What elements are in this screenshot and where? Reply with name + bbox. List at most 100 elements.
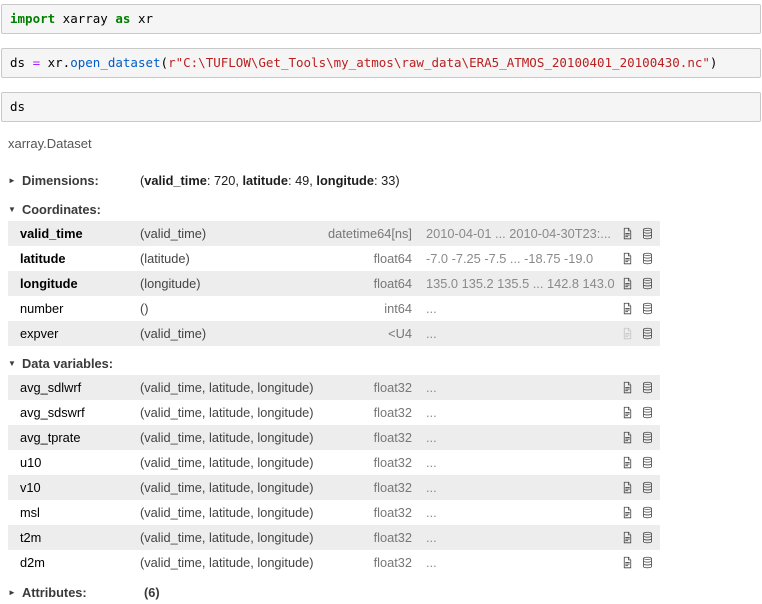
variable-dims: (valid_time) [140,326,328,341]
variable-preview: 2010-04-01 ... 2010-04-30T23:... [424,226,614,241]
dimension-token: valid_time [144,173,207,188]
file-text-icon[interactable] [621,456,634,469]
variable-dims: () [140,301,328,316]
coordinates-header[interactable]: ▼ Coordinates: [8,198,660,221]
caret-right-icon[interactable]: ► [8,173,22,188]
section-attributes: ► Attributes: (6) [8,581,660,604]
database-icon[interactable] [641,302,654,315]
variable-dtype: float32 [328,405,424,420]
variable-dtype: float32 [328,555,424,570]
variable-row: v10(valid_time, latitude, longitude)floa… [8,475,660,500]
file-text-icon[interactable] [621,481,634,494]
variable-row: number()int64... [8,296,660,321]
variable-row: u10(valid_time, latitude, longitude)floa… [8,450,660,475]
variable-row: t2m(valid_time, latitude, longitude)floa… [8,525,660,550]
database-icon[interactable] [641,327,654,340]
code-cell-open-dataset[interactable]: ds = xr.open_dataset(r"C:\TUFLOW\Get_Too… [1,48,761,78]
code-token: as [115,11,130,26]
database-icon[interactable] [641,456,654,469]
code-token: open_dataset [70,55,160,70]
variable-row: avg_tprate(valid_time, latitude, longitu… [8,425,660,450]
database-icon[interactable] [641,556,654,569]
variable-dims: (latitude) [140,251,328,266]
data-variables-header[interactable]: ▼ Data variables: [8,352,660,375]
caret-right-icon[interactable]: ► [8,585,22,600]
dimensions-label: Dimensions: [22,173,140,188]
file-text-icon[interactable] [621,431,634,444]
file-text-icon[interactable] [621,327,634,340]
variable-name: msl [20,505,140,520]
variable-dims: (valid_time, latitude, longitude) [140,430,328,445]
variable-dims: (valid_time, latitude, longitude) [140,380,328,395]
variable-row: avg_sdswrf(valid_time, latitude, longitu… [8,400,660,425]
variable-name: u10 [20,455,140,470]
row-icons [614,227,660,240]
database-icon[interactable] [641,277,654,290]
database-icon[interactable] [641,406,654,419]
xarray-dataset-repr: xarray.Dataset ► Dimensions: (valid_time… [8,136,660,604]
row-icons [614,481,660,494]
variable-preview: ... [424,301,614,316]
variable-dims: (valid_time, latitude, longitude) [140,505,328,520]
file-text-icon[interactable] [621,227,634,240]
section-data-variables: ▼ Data variables: avg_sdlwrf(valid_time,… [8,352,660,575]
file-text-icon[interactable] [621,556,634,569]
variable-dtype: float32 [328,380,424,395]
database-icon[interactable] [641,381,654,394]
variable-name: avg_sdswrf [20,405,140,420]
code-token: = [33,55,41,70]
variable-dims: (longitude) [140,276,328,291]
attributes-count: (6) [144,585,160,600]
code-token: xr [130,11,153,26]
variable-row: expver(valid_time)<U4... [8,321,660,346]
dimension-token: latitude [242,173,288,188]
database-icon[interactable] [641,227,654,240]
code-cell-import[interactable]: import xarray as xr [1,4,761,34]
row-icons [614,302,660,315]
code-token: xr. [40,55,70,70]
row-icons [614,277,660,290]
file-text-icon[interactable] [621,252,634,265]
variable-dtype: float32 [328,530,424,545]
variable-dtype: float64 [328,276,424,291]
row-icons [614,431,660,444]
caret-down-icon[interactable]: ▼ [8,356,22,371]
dimensions-header[interactable]: ► Dimensions: (valid_time: 720, latitude… [8,169,660,192]
data-variables-list: avg_sdlwrf(valid_time, latitude, longitu… [8,375,660,575]
file-text-icon[interactable] [621,406,634,419]
variable-row: valid_time(valid_time)datetime64[ns]2010… [8,221,660,246]
variable-row: avg_sdlwrf(valid_time, latitude, longitu… [8,375,660,400]
row-icons [614,406,660,419]
database-icon[interactable] [641,431,654,444]
caret-down-icon[interactable]: ▼ [8,202,22,217]
variable-dtype: int64 [328,301,424,316]
file-text-icon[interactable] [621,302,634,315]
database-icon[interactable] [641,506,654,519]
coordinates-label: Coordinates: [22,202,140,217]
file-text-icon[interactable] [621,531,634,544]
variable-dtype: float32 [328,430,424,445]
variable-name: latitude [20,251,140,266]
variable-name: longitude [20,276,140,291]
variable-preview: ... [424,555,614,570]
variable-preview: ... [424,480,614,495]
variable-preview: ... [424,405,614,420]
file-text-icon[interactable] [621,506,634,519]
code-cell-ds[interactable]: ds [1,92,761,122]
code-token: xarray [55,11,115,26]
dimension-token: longitude [316,173,374,188]
code-token: import [10,11,55,26]
file-text-icon[interactable] [621,381,634,394]
variable-row: msl(valid_time, latitude, longitude)floa… [8,500,660,525]
row-icons [614,327,660,340]
database-icon[interactable] [641,481,654,494]
variable-dtype: float32 [328,505,424,520]
file-text-icon[interactable] [621,277,634,290]
variable-name: number [20,301,140,316]
variable-dtype: float32 [328,480,424,495]
dimensions-summary: (valid_time: 720, latitude: 49, longitud… [140,173,400,188]
variable-dtype: float32 [328,455,424,470]
database-icon[interactable] [641,252,654,265]
database-icon[interactable] [641,531,654,544]
attributes-header[interactable]: ► Attributes: (6) [8,581,660,604]
